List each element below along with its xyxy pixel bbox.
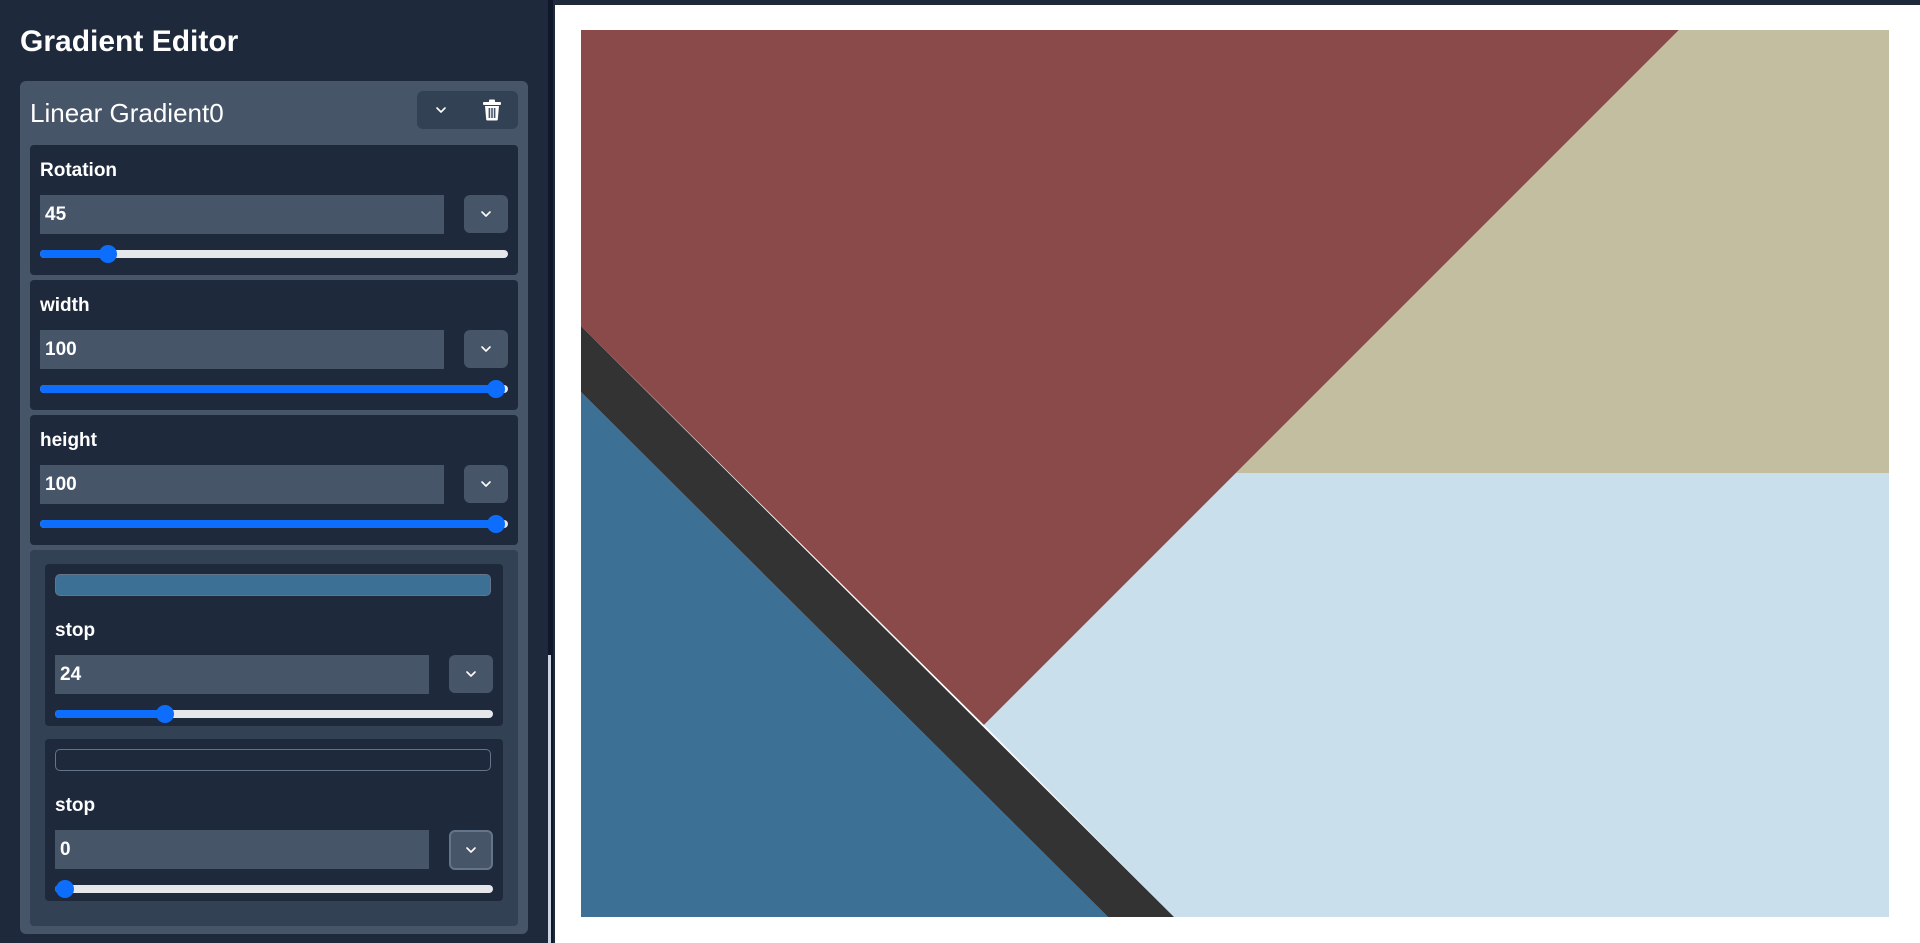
height-slider[interactable] <box>40 514 508 534</box>
stop-dropdown-button[interactable] <box>449 655 493 693</box>
color-stop: stop <box>45 564 503 726</box>
width-label: width <box>40 295 90 316</box>
slider-thumb[interactable] <box>487 515 505 533</box>
chevron-down-icon <box>481 481 491 487</box>
stop-label: stop <box>55 795 96 816</box>
chevron-down-icon <box>481 346 491 352</box>
page-title: Gradient Editor <box>20 25 239 58</box>
color-swatch[interactable] <box>55 574 491 596</box>
height-input[interactable] <box>40 465 444 504</box>
width-dropdown-button[interactable] <box>464 330 508 368</box>
chevron-down-icon <box>466 671 476 677</box>
gradient-preview-canvas <box>581 30 1889 917</box>
height-panel: height <box>30 415 518 545</box>
slider-fill <box>40 385 496 393</box>
card-actions <box>417 91 518 129</box>
slider-thumb[interactable] <box>98 245 117 263</box>
gradient-name: Linear Gradient0 <box>30 98 224 128</box>
delete-button[interactable] <box>469 91 515 129</box>
chevron-down-icon <box>466 847 476 853</box>
resize-handle[interactable] <box>548 655 551 943</box>
stop-label: stop <box>55 620 96 641</box>
collapse-button[interactable] <box>417 91 465 129</box>
slider-fill <box>40 250 108 258</box>
rotation-label: Rotation <box>40 160 118 181</box>
chevron-down-icon <box>436 107 446 113</box>
color-stop: stop <box>45 739 503 901</box>
sidebar: Gradient Editor Linear Gradient0 Rotatio… <box>0 0 548 943</box>
height-label: height <box>40 430 97 451</box>
slider-track <box>40 385 508 393</box>
stop-input[interactable] <box>55 655 429 694</box>
width-slider[interactable] <box>40 379 508 399</box>
height-dropdown-button[interactable] <box>464 465 508 503</box>
stop-input[interactable] <box>55 830 429 869</box>
width-input[interactable] <box>40 330 444 369</box>
rotation-input[interactable] <box>40 195 444 234</box>
slider-track <box>40 520 508 528</box>
color-swatch[interactable] <box>55 749 491 771</box>
slider-fill <box>40 520 496 528</box>
color-stops-container: stop stop <box>30 550 518 926</box>
gradient-card: Linear Gradient0 Rotation 45 width 100 h… <box>20 81 528 934</box>
slider-fill <box>55 710 166 718</box>
rotation-slider[interactable] <box>40 244 508 264</box>
stop-slider[interactable] <box>55 704 493 724</box>
slider-thumb[interactable] <box>156 705 175 723</box>
stop-dropdown-button[interactable] <box>449 830 493 870</box>
chevron-down-icon <box>481 211 491 217</box>
rotation-panel: Rotation <box>30 145 518 275</box>
preview-area <box>555 5 1920 943</box>
trash-icon <box>483 99 501 121</box>
slider-thumb[interactable] <box>487 380 505 398</box>
slider-track <box>55 710 493 718</box>
stop-slider[interactable] <box>55 879 493 899</box>
slider-track <box>55 885 493 893</box>
rotation-dropdown-button[interactable] <box>464 195 508 233</box>
slider-thumb[interactable] <box>56 880 74 898</box>
width-panel: width <box>30 280 518 410</box>
